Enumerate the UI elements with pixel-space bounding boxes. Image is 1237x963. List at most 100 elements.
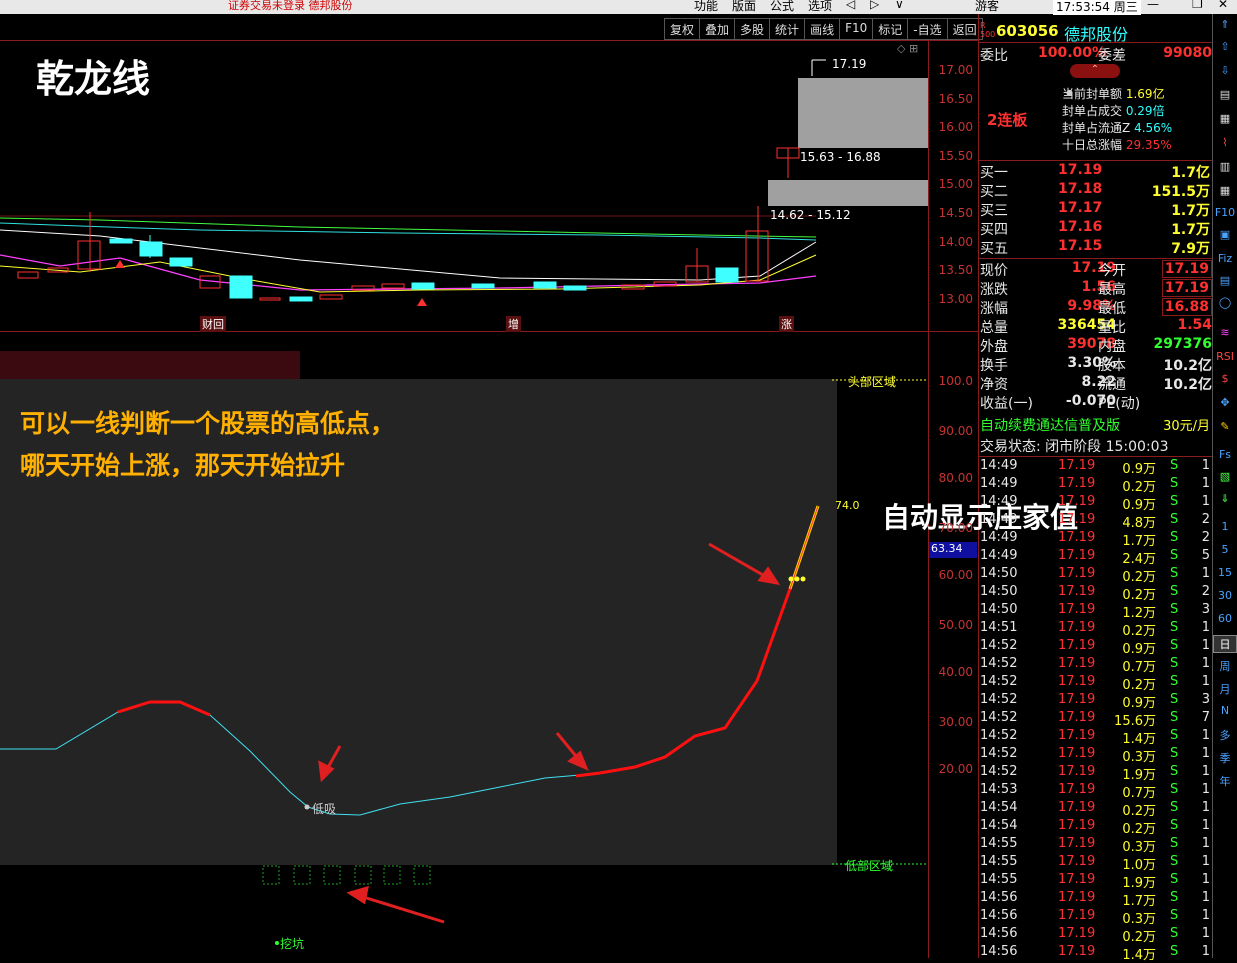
f10-icon[interactable]: F10 xyxy=(1213,206,1237,219)
tick-row[interactable]: 14:49 17.19 1.7万 S 2 xyxy=(980,530,1212,549)
menu-formula[interactable]: 公式 xyxy=(770,0,794,14)
annotation-box2: 14.62 - 15.12 xyxy=(770,208,851,222)
period-0[interactable]: 1 xyxy=(1213,520,1237,533)
tick-row[interactable]: 14:54 17.19 0.2万 S 1 xyxy=(980,818,1212,837)
tb-mark[interactable]: 标记 xyxy=(873,18,909,40)
tick-row[interactable]: 14:50 17.19 0.2万 S 1 xyxy=(980,566,1212,585)
tick-row[interactable]: 14:49 17.19 0.9万 S 1 xyxy=(980,494,1212,513)
tick-row[interactable]: 14:52 17.19 0.3万 S 1 xyxy=(980,746,1212,765)
tick-side: S xyxy=(1170,818,1179,833)
back-icon[interactable]: ◁ xyxy=(846,0,855,11)
tb-overlay[interactable]: 叠加 xyxy=(700,18,736,40)
menu-layout[interactable]: 版面 xyxy=(732,0,756,14)
tick-row[interactable]: 14:55 17.19 1.0万 S 1 xyxy=(980,854,1212,873)
tick-count: 1 xyxy=(1201,782,1210,797)
tick-row[interactable]: 14:56 17.19 0.3万 S 1 xyxy=(980,908,1212,927)
restore-icon[interactable]: ❐ xyxy=(1192,0,1203,11)
user-label[interactable]: 游客 xyxy=(975,0,999,14)
grid-icon[interactable]: ▦ xyxy=(1213,184,1237,197)
event-label[interactable]: 增 xyxy=(506,316,521,332)
tb-fuquan[interactable]: 复权 xyxy=(664,18,701,40)
event-label[interactable]: 财回 xyxy=(200,316,226,332)
tb-watchlist[interactable]: -自选 xyxy=(908,18,948,40)
bid-row[interactable]: 买一 17.19 1.7亿 xyxy=(980,162,1212,181)
bid-row[interactable]: 买四 17.16 1.7万 xyxy=(980,219,1212,238)
period-1[interactable]: 5 xyxy=(1213,543,1237,556)
divider xyxy=(979,160,1212,161)
info-label: 涨跌 xyxy=(980,282,1008,298)
close-icon[interactable]: ✕ xyxy=(1218,0,1228,11)
tick-row[interactable]: 14:49 17.19 0.2万 S 1 xyxy=(980,476,1212,495)
wave-icon[interactable]: ≋ xyxy=(1213,326,1237,339)
tick-row[interactable]: 14:52 17.19 0.9万 S 3 xyxy=(980,692,1212,711)
period-10[interactable]: 季 xyxy=(1213,750,1237,766)
period-4[interactable]: 60 xyxy=(1213,612,1237,625)
period-2[interactable]: 15 xyxy=(1213,566,1237,579)
tick-row[interactable]: 14:54 17.19 0.2万 S 1 xyxy=(980,800,1212,819)
report-icon[interactable]: ▤ xyxy=(1213,88,1237,101)
layers-icon[interactable]: ▧ xyxy=(1213,470,1237,483)
bid-row[interactable]: 买三 17.17 1.7万 xyxy=(980,200,1212,219)
minimize-icon[interactable]: — xyxy=(1147,0,1159,11)
bid-row[interactable]: 买五 17.15 7.9万 xyxy=(980,238,1212,257)
ad-row[interactable]: 自动续费通达信普及版 30元/月 xyxy=(980,415,1212,434)
tick-price: 17.19 xyxy=(1058,548,1096,563)
tick-side: S xyxy=(1170,584,1179,599)
tick-row[interactable]: 14:56 17.19 1.4万 S 1 xyxy=(980,944,1212,963)
period-7[interactable]: 月 xyxy=(1213,681,1237,697)
tick-row[interactable]: 14:52 17.19 15.6万 S 7 xyxy=(980,710,1212,729)
tb-multi[interactable]: 多股 xyxy=(735,18,771,40)
menu-options[interactable]: 选项 xyxy=(808,0,832,14)
flow-icon[interactable]: ▣ xyxy=(1213,228,1237,241)
chart-options-icon[interactable]: ◇ ⊞ xyxy=(897,42,918,55)
tick-row[interactable]: 14:49 17.19 0.9万 S 1 xyxy=(980,458,1212,477)
tick-row[interactable]: 14:52 17.19 1.4万 S 1 xyxy=(980,728,1212,747)
stock-code[interactable]: 603056 xyxy=(996,22,1059,40)
period-8[interactable]: N xyxy=(1213,704,1237,717)
arrow-up-icon[interactable]: ⇧ xyxy=(1213,40,1237,53)
download-icon[interactable]: ⇓ xyxy=(1213,492,1237,505)
collapse-icon[interactable]: ⌃ xyxy=(1070,64,1120,78)
pencil-icon[interactable]: ✎ xyxy=(1213,420,1237,433)
fs-icon[interactable]: Fs xyxy=(1213,448,1237,461)
menu-function[interactable]: 功能 xyxy=(694,0,718,14)
period-11[interactable]: 年 xyxy=(1213,773,1237,789)
fiz-icon[interactable]: Fiz xyxy=(1213,252,1237,265)
bid-row[interactable]: 买二 17.18 151.5万 xyxy=(980,181,1212,200)
period-3[interactable]: 30 xyxy=(1213,589,1237,602)
tick-row[interactable]: 14:50 17.19 0.2万 S 2 xyxy=(980,584,1212,603)
tick-row[interactable]: 14:52 17.19 0.9万 S 1 xyxy=(980,638,1212,657)
tick-row[interactable]: 14:56 17.19 1.7万 S 1 xyxy=(980,890,1212,909)
chevron-down-icon[interactable]: ∨ xyxy=(895,0,904,11)
tick-row[interactable]: 14:53 17.19 0.7万 S 1 xyxy=(980,782,1212,801)
period-6[interactable]: 周 xyxy=(1213,658,1237,674)
tb-f10[interactable]: F10 xyxy=(840,18,874,40)
tick-row[interactable]: 14:55 17.19 1.9万 S 1 xyxy=(980,872,1212,891)
tb-stats[interactable]: 统计 xyxy=(770,18,806,40)
event-label[interactable]: 涨 xyxy=(779,316,794,332)
forward-icon[interactable]: ▷ xyxy=(870,0,879,11)
tick-row[interactable]: 14:52 17.19 1.9万 S 1 xyxy=(980,764,1212,783)
kline-icon[interactable]: ▥ xyxy=(1213,160,1237,173)
chart-icon[interactable]: ▤ xyxy=(1213,274,1237,287)
tick-row[interactable]: 14:49 17.19 2.4万 S 5 xyxy=(980,548,1212,567)
line-chart-icon[interactable]: ⌇ xyxy=(1213,136,1237,149)
tick-row[interactable]: 14:52 17.19 0.7万 S 1 xyxy=(980,656,1212,675)
arrow-up-icon[interactable]: ⇑ xyxy=(1213,18,1237,31)
circle-icon[interactable]: ◯ xyxy=(1213,296,1237,309)
login-warning[interactable]: 证券交易未登录 德邦股份 xyxy=(228,0,353,13)
tick-row[interactable]: 14:50 17.19 1.2万 S 3 xyxy=(980,602,1212,621)
tick-row[interactable]: 14:49 17.19 4.8万 S 2 xyxy=(980,512,1212,531)
tick-row[interactable]: 14:56 17.19 0.2万 S 1 xyxy=(980,926,1212,945)
rsi-icon[interactable]: RSI xyxy=(1213,350,1237,363)
table-icon[interactable]: ▦ xyxy=(1213,112,1237,125)
period-9[interactable]: 多 xyxy=(1213,727,1237,743)
tick-row[interactable]: 14:55 17.19 0.3万 S 1 xyxy=(980,836,1212,855)
tick-row[interactable]: 14:51 17.19 0.2万 S 1 xyxy=(980,620,1212,639)
tick-row[interactable]: 14:52 17.19 0.2万 S 1 xyxy=(980,674,1212,693)
tb-draw[interactable]: 画线 xyxy=(805,18,841,40)
money-icon[interactable]: $ xyxy=(1213,372,1237,385)
period-5[interactable]: 日 xyxy=(1213,635,1237,653)
arrow-down-icon[interactable]: ⇩ xyxy=(1213,64,1237,77)
move-icon[interactable]: ✥ xyxy=(1213,396,1237,409)
